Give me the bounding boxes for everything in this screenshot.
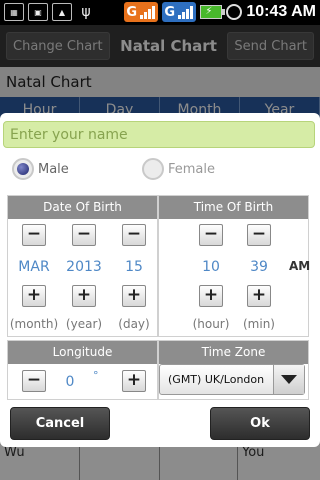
status-clock: 10:43 AM (246, 3, 316, 20)
date-of-birth-title: Date Of Birth (8, 196, 157, 219)
longitude-increment-button[interactable]: + (122, 370, 146, 392)
year-value: 2013 (66, 259, 102, 275)
time-zone-value: (GMT) UK/London (168, 373, 265, 386)
minute-value: 39 (250, 259, 268, 275)
image-icon: ▲ (52, 3, 72, 21)
gender-radio-group: Male Female (0, 158, 320, 186)
time-of-birth-title: Time Of Birth (159, 196, 308, 219)
day-value: 15 (125, 259, 143, 275)
minute-decrement-button[interactable]: − (247, 224, 271, 246)
time-zone-title: Time Zone (159, 341, 308, 364)
battery-icon: ⚡ (200, 5, 226, 19)
day-increment-button[interactable]: + (122, 285, 146, 307)
day-decrement-button[interactable]: − (122, 224, 146, 246)
ampm-toggle[interactable]: AM (289, 259, 310, 273)
male-radio[interactable]: Male (12, 158, 69, 180)
signal-icon-1: G (124, 2, 159, 22)
year-decrement-button[interactable]: − (72, 224, 96, 246)
usb-icon: ψ (81, 4, 91, 20)
month-value: MAR (18, 259, 50, 275)
female-label: Female (168, 161, 216, 177)
female-radio[interactable]: Female (142, 158, 215, 180)
screen-icon: ▣ (28, 3, 48, 21)
radio-unselected-icon (142, 158, 164, 180)
hour-value: 10 (202, 259, 220, 275)
birth-data-dialog: Male Female Date Of Birth − − − MAR 2013… (0, 113, 320, 447)
year-increment-button[interactable]: + (72, 285, 96, 307)
hour-decrement-button[interactable]: − (199, 224, 223, 246)
battery-charging-glyph: ⚡ (205, 6, 213, 17)
day-unit-label: (day) (118, 317, 150, 331)
radio-selected-icon (12, 158, 34, 180)
minute-unit-label: (min) (243, 317, 275, 331)
longitude-value: 0 (65, 374, 75, 390)
month-increment-button[interactable]: + (22, 285, 46, 307)
minute-increment-button[interactable]: + (247, 285, 271, 307)
hour-increment-button[interactable]: + (199, 285, 223, 307)
keyboard-icon: ▦ (4, 3, 24, 21)
status-bar: ▦ ▣ ▲ ψ G G ⚡ 10:43 AM (0, 0, 320, 25)
longitude-decrement-button[interactable]: − (22, 370, 46, 392)
signal-icon-2: G (162, 2, 197, 22)
alarm-icon (226, 4, 243, 20)
signal-1-label: G (126, 4, 138, 20)
cancel-button[interactable]: Cancel (10, 407, 110, 440)
signal-2-label: G (164, 4, 176, 20)
time-of-birth-panel: Time Of Birth − − 10 39 + + (hour) (min) (158, 195, 309, 337)
month-decrement-button[interactable]: − (22, 224, 46, 246)
ok-button[interactable]: Ok (210, 407, 310, 440)
longitude-panel: Longitude − 0 ° + (7, 340, 158, 400)
date-of-birth-panel: Date Of Birth − − − MAR 2013 15 + + + (m… (7, 195, 158, 337)
name-input[interactable] (3, 121, 315, 148)
longitude-degree-symbol: ° (93, 369, 99, 382)
male-label: Male (38, 161, 69, 177)
time-zone-select[interactable]: (GMT) UK/London (159, 364, 305, 395)
longitude-title: Longitude (8, 341, 157, 364)
chevron-down-icon[interactable] (273, 365, 304, 394)
